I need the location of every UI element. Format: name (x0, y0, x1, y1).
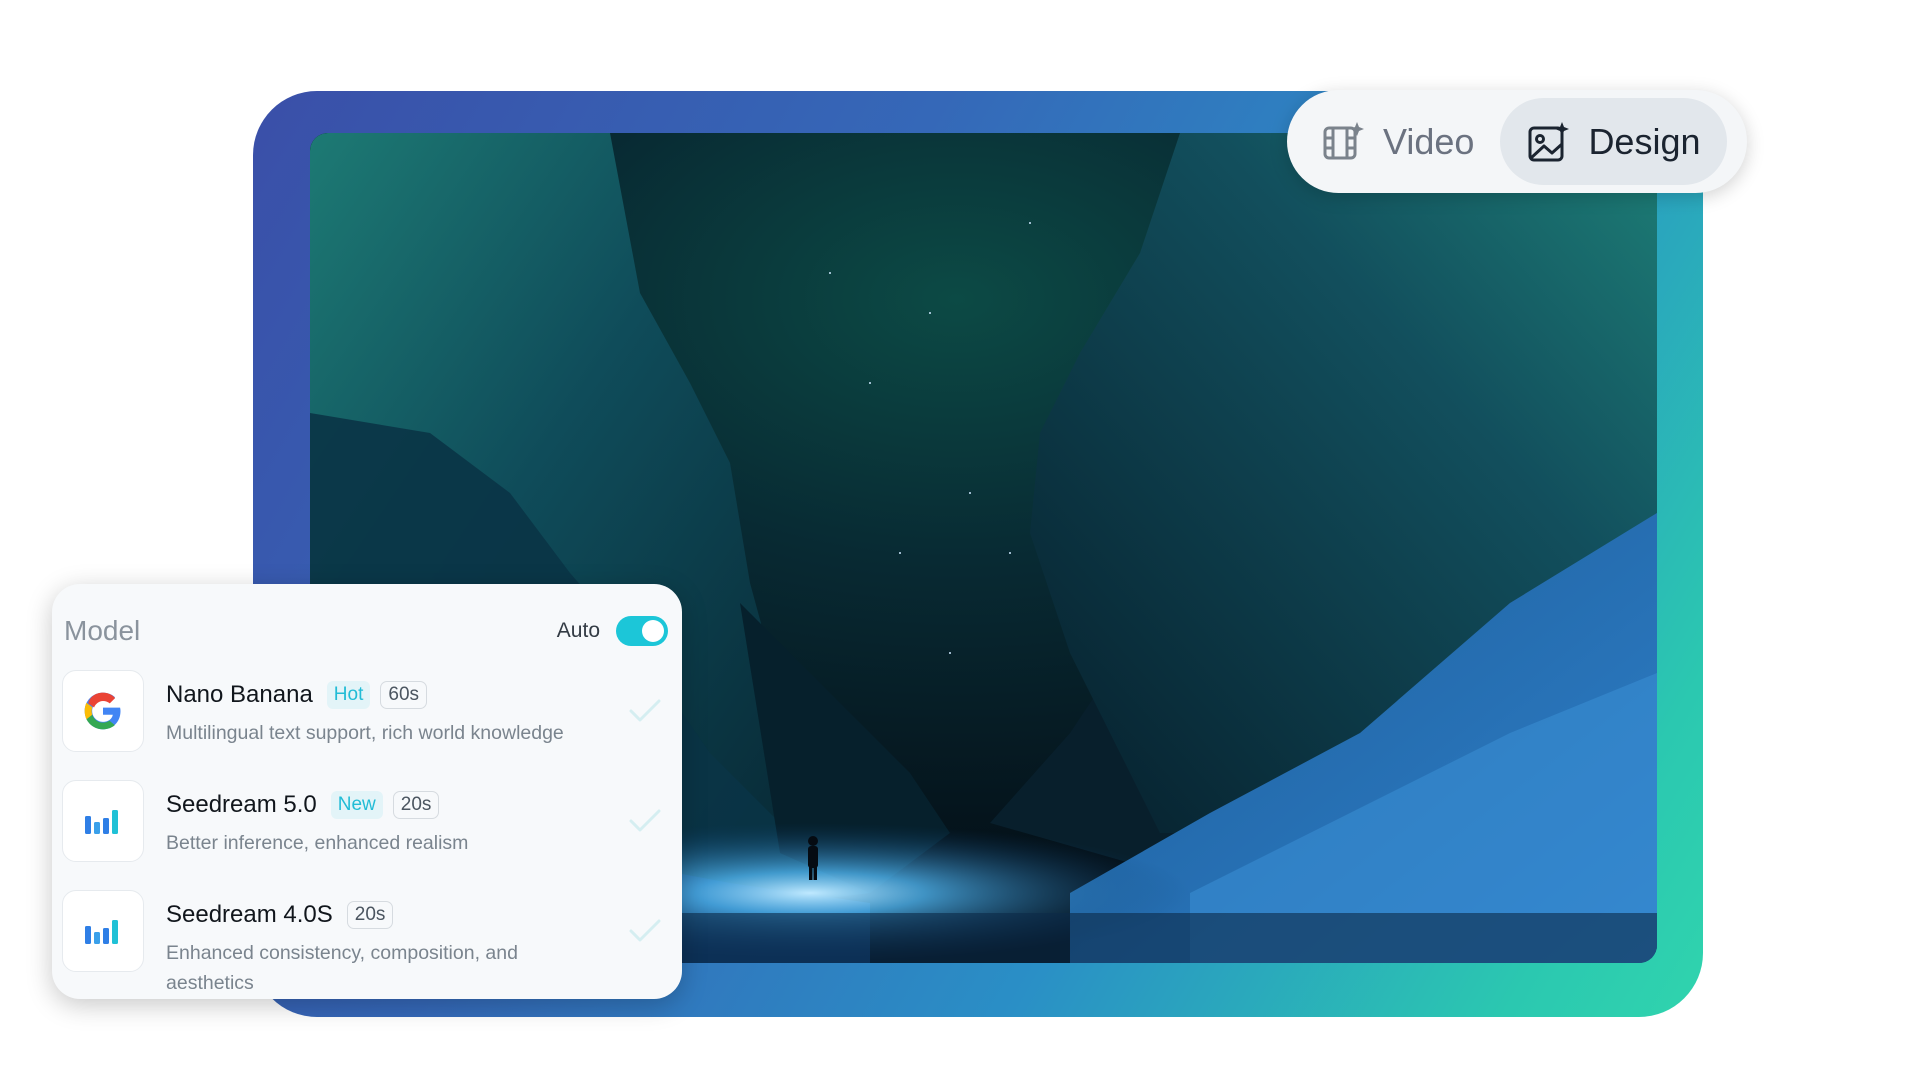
seedream-logo-icon (62, 890, 144, 972)
model-text: Seedream 5.0 New 20s Better inference, e… (166, 780, 606, 858)
model-name: Seedream 4.0S (166, 901, 333, 928)
model-text: Nano Banana Hot 60s Multilingual text su… (166, 670, 606, 748)
design-mode-label: Design (1588, 120, 1701, 162)
mode-switcher: Video Design (1287, 90, 1747, 193)
video-sparkle-icon (1321, 120, 1365, 164)
model-text: Seedream 4.0S 20s Enhanced consistency, … (166, 890, 606, 998)
model-item-seedream-4[interactable]: Seedream 4.0S 20s Enhanced consistency, … (62, 890, 668, 998)
model-name-row: Seedream 5.0 New 20s (166, 788, 606, 822)
auto-label: Auto (556, 619, 600, 642)
model-panel: Model Auto Nano Banana Hot 60s Multiling… (52, 584, 682, 999)
model-panel-header: Model Auto (62, 604, 668, 658)
model-name: Nano Banana (166, 681, 313, 708)
model-name: Seedream 5.0 (166, 791, 317, 818)
stage: Video Design Model Auto Nano Banana Hot … (0, 0, 1920, 1080)
hot-badge: Hot (326, 681, 371, 709)
seedream-logo-icon (62, 780, 144, 862)
time-badge: 20s (346, 901, 394, 929)
new-badge: New (330, 791, 383, 819)
model-name-row: Nano Banana Hot 60s (166, 678, 606, 712)
check-icon (629, 699, 661, 722)
model-item-nano-banana[interactable]: Nano Banana Hot 60s Multilingual text su… (62, 670, 668, 752)
model-item-seedream-5[interactable]: Seedream 5.0 New 20s Better inference, e… (62, 780, 668, 862)
model-description: Better inference, enhanced realism (166, 832, 469, 854)
time-badge: 60s (380, 681, 428, 709)
model-list: Nano Banana Hot 60s Multilingual text su… (62, 670, 668, 998)
image-sparkle-icon (1526, 120, 1570, 164)
check-icon (629, 809, 661, 832)
model-description: Multilingual text support, rich world kn… (166, 722, 564, 744)
model-name-row: Seedream 4.0S 20s (166, 898, 606, 932)
design-mode-button[interactable]: Design (1500, 98, 1727, 185)
auto-setting: Auto (557, 616, 668, 646)
auto-toggle[interactable] (616, 616, 668, 646)
time-badge: 20s (392, 791, 440, 819)
google-logo-icon (62, 670, 144, 752)
video-mode-button[interactable]: Video (1295, 98, 1500, 185)
video-mode-label: Video (1383, 120, 1475, 162)
model-description: Enhanced consistency, composition, and a… (166, 942, 518, 994)
check-icon (629, 919, 661, 942)
model-panel-title: Model (64, 615, 141, 646)
